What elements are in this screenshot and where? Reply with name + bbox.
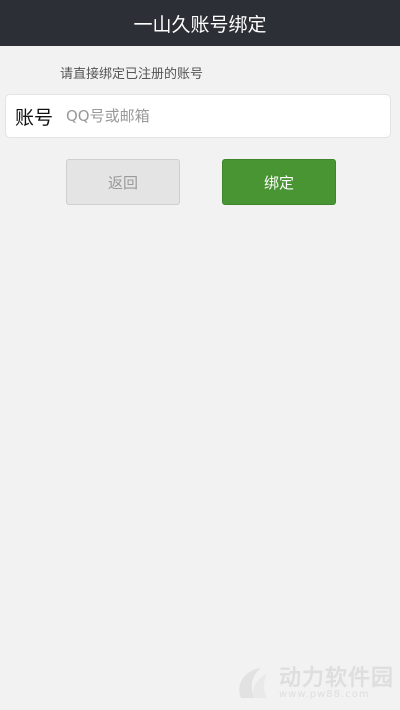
bind-button-label: 绑定 xyxy=(263,173,294,192)
back-button[interactable]: 返回 xyxy=(66,159,180,205)
account-label: 账号 xyxy=(14,106,53,129)
account-input[interactable] xyxy=(62,98,390,134)
account-field-row: 账号 xyxy=(5,94,391,138)
watermark-title: 动力软件园 xyxy=(278,666,394,692)
watermark-url: www.pw88.com xyxy=(278,689,370,701)
bind-button[interactable]: 绑定 xyxy=(222,159,336,205)
title-bar: 一山久账号绑定 xyxy=(0,0,400,46)
bind-hint-text: 请直接绑定已注册的账号 xyxy=(60,67,204,82)
watermark-logo-icon xyxy=(239,668,267,698)
watermark: 动力软件园 www.pw88.com xyxy=(233,664,394,704)
page-title: 一山久账号绑定 xyxy=(133,13,267,36)
back-button-label: 返回 xyxy=(107,173,138,192)
